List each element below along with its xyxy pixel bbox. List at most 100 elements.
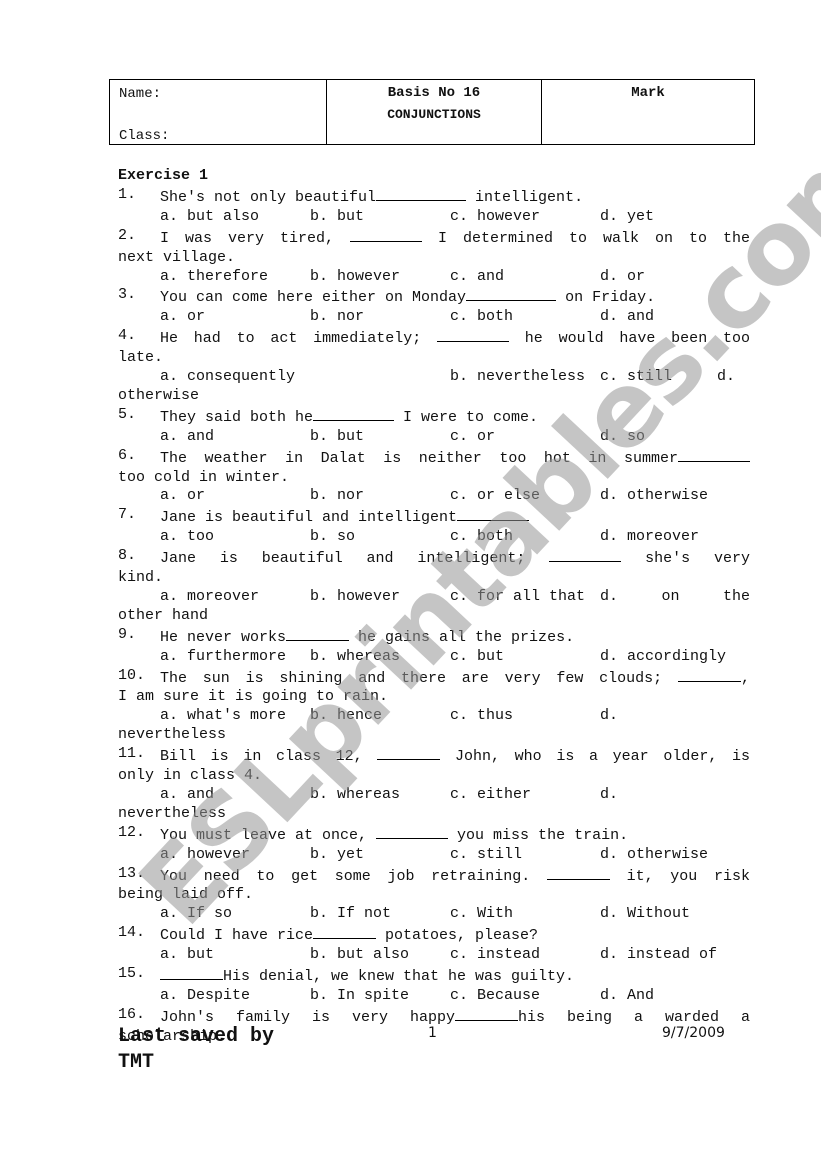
answer-option-continued[interactable]: nevertheless bbox=[118, 726, 750, 745]
answer-option[interactable]: b. nor bbox=[310, 487, 364, 506]
question-item: 14. Could I have rice potatoes, please? a.… bbox=[118, 924, 750, 965]
answer-blank[interactable] bbox=[376, 824, 449, 839]
answer-blank[interactable] bbox=[677, 667, 741, 682]
last-saved-by-line1: Last saved by bbox=[118, 1025, 275, 1048]
answer-option[interactable]: b. however bbox=[310, 588, 400, 607]
answer-option[interactable]: c. or bbox=[450, 428, 495, 447]
answer-option[interactable]: c. Because bbox=[450, 987, 540, 1006]
answer-option[interactable]: d. bbox=[717, 368, 735, 387]
question-text-fragment: it, you risk bbox=[609, 867, 750, 885]
answer-option[interactable]: c. thus bbox=[450, 707, 513, 726]
question-text-fragment: he gains all the prizes. bbox=[349, 628, 575, 646]
answer-option-continued[interactable]: other hand bbox=[118, 607, 750, 626]
answer-option[interactable]: a. and bbox=[160, 786, 214, 805]
answer-blank[interactable] bbox=[313, 406, 395, 421]
worksheet-title: Basis No 16 bbox=[387, 85, 481, 101]
answer-option[interactable]: b. nor bbox=[310, 308, 364, 327]
answer-option[interactable]: d. otherwise bbox=[600, 846, 708, 865]
question-text-continued: too cold in winter. bbox=[118, 469, 750, 488]
answer-option[interactable]: d. or bbox=[600, 268, 645, 287]
answer-option[interactable]: b. yet bbox=[310, 846, 364, 865]
answer-option[interactable]: b. nevertheless bbox=[450, 368, 585, 387]
answer-option[interactable]: c. instead bbox=[450, 946, 540, 965]
answer-option[interactable]: a. but also bbox=[160, 208, 259, 227]
answer-option[interactable]: d. instead of bbox=[600, 946, 717, 965]
answer-option-continued[interactable]: nevertheless bbox=[118, 805, 750, 824]
answer-option[interactable]: b. whereas bbox=[310, 648, 400, 667]
answer-option[interactable]: d. moreover bbox=[600, 528, 699, 547]
answer-blank[interactable] bbox=[313, 924, 377, 940]
answer-option-continued[interactable]: otherwise bbox=[118, 387, 750, 406]
answer-blank[interactable] bbox=[437, 327, 509, 343]
answer-option[interactable]: c. With bbox=[450, 905, 513, 924]
answer-blank[interactable] bbox=[350, 227, 422, 242]
answer-option[interactable]: c. both bbox=[450, 528, 513, 547]
answer-option[interactable]: b. but also bbox=[310, 946, 409, 965]
options-row: a. and b. but c. or d. so bbox=[118, 428, 750, 447]
answer-option[interactable]: c. either bbox=[450, 786, 531, 805]
answer-option[interactable]: a. moreover bbox=[160, 588, 259, 607]
question-text-continued: only in class 4. bbox=[118, 767, 750, 786]
answer-option[interactable]: c. still bbox=[600, 368, 672, 387]
answer-option[interactable]: d. Without bbox=[600, 905, 690, 924]
answer-blank[interactable] bbox=[457, 506, 530, 522]
answer-option[interactable]: a. Despite bbox=[160, 987, 250, 1006]
question-text-fragment: His denial, we knew that he was guilty. bbox=[223, 968, 575, 986]
answer-option[interactable]: b. whereas bbox=[310, 786, 400, 805]
answer-option[interactable]: c. but bbox=[450, 648, 504, 667]
answer-blank[interactable] bbox=[549, 547, 622, 563]
answer-option[interactable]: a. If so bbox=[160, 905, 232, 924]
question-number: 8. bbox=[118, 547, 137, 565]
answer-blank[interactable] bbox=[678, 447, 750, 462]
answer-option[interactable]: a. but bbox=[160, 946, 214, 965]
answer-option[interactable]: d. and bbox=[600, 308, 654, 327]
answer-option[interactable]: a. furthermore bbox=[160, 648, 286, 667]
answer-option[interactable]: a. however bbox=[160, 846, 250, 865]
answer-option[interactable]: d. bbox=[600, 707, 618, 726]
answer-option[interactable]: b. so bbox=[310, 528, 355, 547]
answer-option[interactable]: c. for all that bbox=[450, 588, 585, 607]
question-text-fragment: She's not only beautiful bbox=[160, 188, 377, 206]
answer-option[interactable]: b. In spite bbox=[310, 987, 409, 1006]
answer-option[interactable]: a. therefore bbox=[160, 268, 268, 287]
answer-blank[interactable] bbox=[160, 965, 223, 981]
answer-option[interactable]: a. or bbox=[160, 487, 205, 506]
answer-blank[interactable] bbox=[466, 286, 557, 302]
answer-option[interactable]: d. And bbox=[600, 987, 654, 1006]
worksheet-page: Name: Class: Basis No 16 CONJUNCTIONS Ma… bbox=[0, 0, 821, 1169]
question-text: I was very tired, I determined to walk o… bbox=[160, 227, 750, 249]
name-label: Name: bbox=[119, 86, 162, 102]
answer-option[interactable]: a. and bbox=[160, 428, 214, 447]
answer-option[interactable]: c. however bbox=[450, 208, 540, 227]
answer-blank[interactable] bbox=[546, 865, 610, 880]
answer-option[interactable]: a. consequently bbox=[160, 368, 295, 387]
answer-option[interactable]: c. or else bbox=[450, 487, 540, 506]
answer-option[interactable]: b. If not bbox=[310, 905, 391, 924]
answer-option[interactable]: a. what's more bbox=[160, 707, 286, 726]
answer-option[interactable]: c. both bbox=[450, 308, 513, 327]
answer-blank[interactable] bbox=[376, 186, 467, 201]
answer-option[interactable]: a. or bbox=[160, 308, 205, 327]
question-text-fragment: I were to come. bbox=[394, 408, 539, 426]
answer-option[interactable]: a. too bbox=[160, 528, 214, 547]
answer-option[interactable]: b. but bbox=[310, 208, 364, 227]
answer-option[interactable]: c. and bbox=[450, 268, 504, 287]
answer-option[interactable]: d. on the bbox=[600, 588, 750, 607]
answer-option[interactable]: b. but bbox=[310, 428, 364, 447]
question-text: He never works he gains all the prizes. bbox=[160, 626, 574, 648]
answer-option[interactable]: d. accordingly bbox=[600, 648, 726, 667]
answer-blank[interactable] bbox=[455, 1006, 519, 1021]
answer-option[interactable]: b. however bbox=[310, 268, 400, 287]
answer-option[interactable]: c. still bbox=[450, 846, 522, 865]
question-text: His denial, we knew that he was guilty. bbox=[160, 965, 574, 987]
question-item: 1. She's not only beautiful intelligent. a… bbox=[118, 186, 750, 227]
answer-option[interactable]: b. hence bbox=[310, 707, 382, 726]
answer-blank[interactable] bbox=[286, 626, 350, 641]
answer-option[interactable]: d. bbox=[600, 786, 618, 805]
answer-option[interactable]: d. otherwise bbox=[600, 487, 708, 506]
answer-option[interactable]: d. yet bbox=[600, 208, 654, 227]
question-number: 13. bbox=[118, 864, 146, 882]
answer-blank[interactable] bbox=[377, 745, 441, 761]
question-text-fragment: only in class 4. bbox=[118, 767, 263, 785]
answer-option[interactable]: d. so bbox=[600, 428, 645, 447]
